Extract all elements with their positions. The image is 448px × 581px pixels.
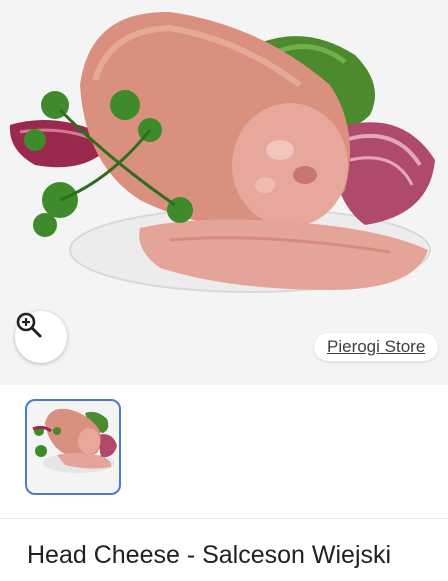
zoom-button[interactable] (15, 311, 67, 363)
thumbnail-strip (0, 385, 448, 518)
divider (0, 518, 448, 519)
source-link[interactable]: Pierogi Store (314, 333, 439, 361)
zoom-in-icon (16, 312, 42, 338)
head-cheese-photo (9, 11, 435, 293)
thumbnail-selected[interactable] (25, 399, 121, 495)
product-title: Head Cheese - Salceson Wiejski (27, 541, 392, 569)
product-image[interactable]: Pierogi Store (0, 0, 448, 385)
thumbnail-image (32, 408, 117, 473)
